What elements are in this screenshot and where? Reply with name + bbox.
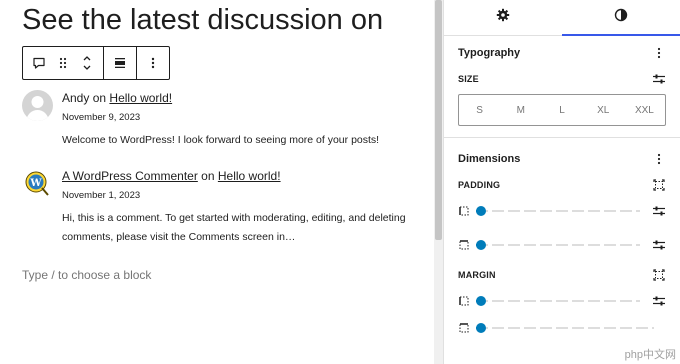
settings-sidebar: Typography SIZE S M L XL XXL Dimensions [443,0,680,364]
sidebar-tabs [444,0,680,36]
comment-post-link[interactable]: Hello world! [218,169,281,183]
typography-title: Typography [458,47,521,59]
margin-row: MARGIN [458,266,666,284]
size-option-s[interactable]: S [459,105,500,116]
margin-horizontal-slider[interactable] [476,322,654,334]
more-options-icon[interactable] [141,47,165,79]
sliders-icon[interactable] [652,204,666,218]
comment-on: on [201,169,215,183]
padding-vertical-slider[interactable] [476,205,640,217]
sliders-icon[interactable] [652,72,666,86]
move-up-down-icon[interactable] [75,47,99,79]
font-size-picker: S M L XL XXL [458,94,666,126]
comment-body: Andy on Hello world! November 9, 2023 We… [62,90,432,150]
block-toolbar [22,46,170,80]
align-icon[interactable] [108,47,132,79]
drag-handle-icon[interactable] [51,47,75,79]
padding-label: PADDING [458,180,501,190]
unlink-sides-icon[interactable] [652,268,666,282]
side-horizontal-icon [458,239,470,251]
slider-thumb[interactable] [476,296,486,306]
more-vertical-icon[interactable] [652,46,666,60]
half-circle-icon [614,8,628,27]
size-label: SIZE [458,74,479,84]
block-placeholder[interactable]: Type / to choose a block [22,268,151,282]
comment-text: Hi, this is a comment. To get started wi… [62,212,406,243]
typography-panel: Typography SIZE S M L XL XXL [444,36,680,138]
svg-text:W: W [29,178,42,189]
comment-meta: Andy on Hello world! [62,90,432,106]
margin-vertical-row [458,284,666,318]
side-vertical-icon [458,205,470,217]
comment-date[interactable]: November 1, 2023 [62,190,432,202]
margin-vertical-slider[interactable] [476,295,640,307]
dimensions-panel-header: Dimensions [458,142,666,176]
tab-settings[interactable] [444,0,562,35]
side-horizontal-icon [458,322,470,334]
comment-text: Welcome to WordPress! I look forward to … [62,134,380,146]
padding-row: PADDING [458,176,666,194]
comments-block-icon[interactable] [27,47,51,79]
size-option-l[interactable]: L [541,105,582,116]
slider-thumb[interactable] [476,323,486,333]
comment-post-link[interactable]: Hello world! [109,91,172,105]
comment-body: A WordPress Commenter on Hello world! No… [62,168,432,247]
padding-horizontal-slider[interactable] [476,239,640,251]
padding-horizontal-row [458,228,666,262]
gear-icon [496,8,510,27]
unlink-sides-icon[interactable] [652,178,666,192]
watermark: php中文网 [624,349,676,361]
comment-author[interactable]: A WordPress Commenter [62,169,198,183]
sliders-icon[interactable] [652,238,666,252]
padding-vertical-row [458,194,666,228]
size-option-xxl[interactable]: XXL [624,105,665,116]
size-option-xl[interactable]: XL [583,105,624,116]
dimensions-panel: Dimensions PADDING MARGIN [444,142,680,338]
slider-thumb[interactable] [476,240,486,250]
size-row: SIZE [458,70,666,88]
toolbar-group-block [23,47,104,79]
avatar: W [22,168,53,199]
sliders-icon[interactable] [652,294,666,308]
toolbar-group-more [137,47,169,79]
editor-scrollbar[interactable] [434,0,443,364]
slider-thumb[interactable] [476,206,486,216]
more-vertical-icon[interactable] [652,152,666,166]
heading-block[interactable]: See the latest discussion on [22,4,383,37]
tab-styles[interactable] [562,0,680,36]
toolbar-group-align [104,47,137,79]
editor-canvas: See the latest discussion on Andy on Hel… [0,0,434,364]
side-vertical-icon [458,295,470,307]
comment-on: on [92,91,107,105]
margin-label: MARGIN [458,270,496,280]
margin-horizontal-row [458,318,666,338]
comment-meta: A WordPress Commenter on Hello world! [62,168,432,184]
comment-author: Andy [62,91,90,105]
dimensions-title: Dimensions [458,153,521,165]
comment-date[interactable]: November 9, 2023 [62,112,432,124]
size-option-m[interactable]: M [500,105,541,116]
avatar [22,90,53,121]
typography-panel-header: Typography [458,36,666,70]
scrollbar-thumb[interactable] [435,0,442,240]
